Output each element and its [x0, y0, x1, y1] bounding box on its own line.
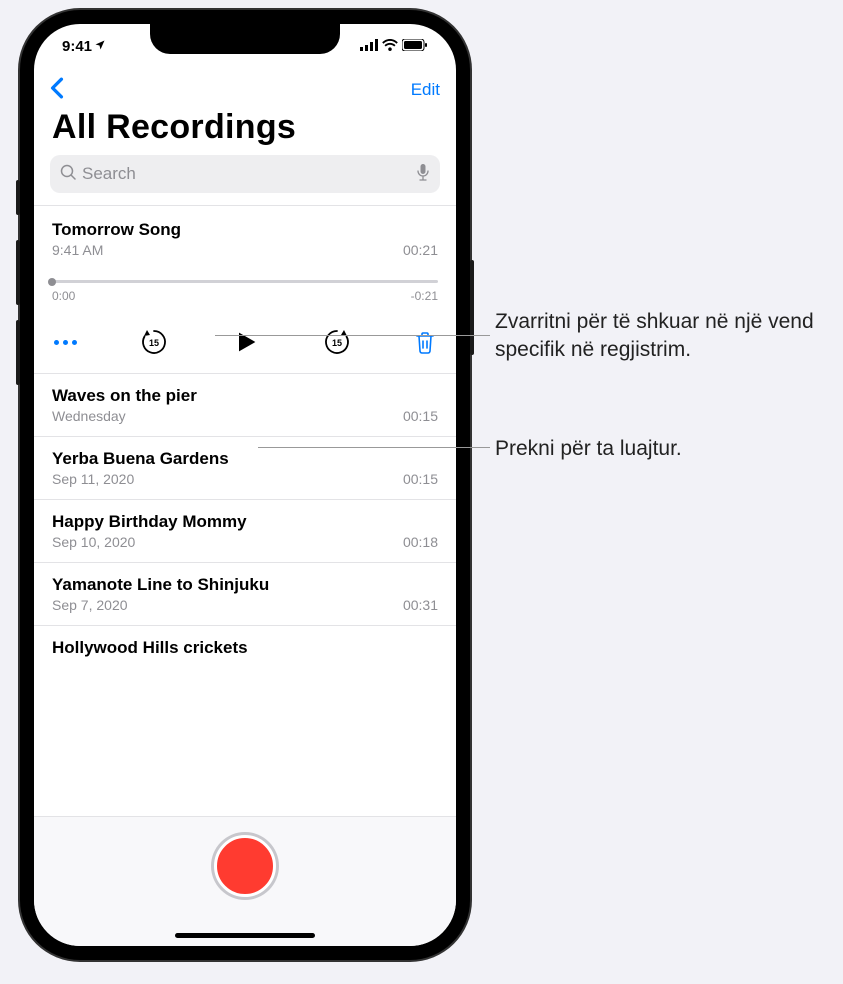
callout-line [258, 447, 490, 448]
recording-duration: 00:15 [403, 408, 438, 424]
callout-scrub: Zvarritni për të shkuar në një vend spec… [495, 308, 825, 365]
recording-duration: 00:18 [403, 534, 438, 550]
recording-item[interactable]: Waves on the pier Wednesday 00:15 [34, 374, 456, 437]
dictate-icon[interactable] [416, 163, 430, 186]
delete-button[interactable] [414, 330, 436, 354]
recording-item[interactable]: Hollywood Hills crickets [34, 626, 456, 662]
search-input[interactable] [82, 164, 410, 184]
status-time: 9:41 [62, 38, 92, 55]
more-options-button[interactable] [54, 340, 77, 345]
volume-up-button [16, 240, 20, 305]
location-icon [94, 39, 106, 54]
recording-date: Sep 10, 2020 [52, 534, 135, 550]
phone-frame: 9:41 Edit All [20, 10, 470, 960]
svg-text:15: 15 [149, 338, 159, 348]
recording-title: Waves on the pier [52, 386, 438, 406]
recording-title: Tomorrow Song [52, 220, 438, 240]
scrubber-thumb[interactable] [48, 278, 56, 286]
silent-switch [16, 180, 20, 215]
recording-duration: 00:31 [403, 597, 438, 613]
recording-title: Yerba Buena Gardens [52, 449, 438, 469]
home-indicator[interactable] [175, 933, 315, 938]
screen: 9:41 Edit All [34, 24, 456, 946]
skip-forward-15-button[interactable]: 15 [322, 327, 352, 357]
recording-title: Hollywood Hills crickets [52, 638, 438, 658]
record-button[interactable] [214, 835, 276, 897]
recording-duration: 00:21 [403, 242, 438, 258]
page-title: All Recordings [34, 108, 456, 155]
edit-button[interactable]: Edit [411, 80, 440, 100]
playback-scrubber[interactable]: 0:00 -0:21 [52, 280, 438, 303]
volume-down-button [16, 320, 20, 385]
notch [150, 24, 340, 54]
recording-date: Wednesday [52, 408, 126, 424]
search-icon [60, 164, 76, 185]
scrub-elapsed: 0:00 [52, 289, 75, 303]
recording-date: Sep 11, 2020 [52, 471, 134, 487]
nav-bar: Edit [34, 68, 456, 108]
recording-time: 9:41 AM [52, 242, 103, 258]
recording-item[interactable]: Yamanote Line to Shinjuku Sep 7, 2020 00… [34, 563, 456, 626]
svg-text:15: 15 [332, 338, 342, 348]
recording-duration: 00:15 [403, 471, 438, 487]
recording-expanded[interactable]: Tomorrow Song 9:41 AM 00:21 0:00 -0:21 [34, 206, 456, 374]
callout-line [215, 335, 490, 336]
scrubber-track[interactable] [52, 280, 438, 283]
callout-play: Prekni për ta luajtur. [495, 435, 825, 463]
back-button[interactable] [50, 77, 64, 104]
recording-title: Yamanote Line to Shinjuku [52, 575, 438, 595]
wifi-icon [382, 38, 398, 55]
skip-back-15-button[interactable]: 15 [139, 327, 169, 357]
cellular-icon [360, 38, 378, 55]
play-button[interactable] [232, 328, 260, 356]
battery-icon [402, 38, 428, 55]
scrub-remaining: -0:21 [411, 289, 438, 303]
recording-date: Sep 7, 2020 [52, 597, 128, 613]
power-button [470, 260, 474, 355]
recording-title: Happy Birthday Mommy [52, 512, 438, 532]
search-field[interactable] [50, 155, 440, 193]
recording-item[interactable]: Happy Birthday Mommy Sep 10, 2020 00:18 [34, 500, 456, 563]
bottom-toolbar [34, 816, 456, 946]
